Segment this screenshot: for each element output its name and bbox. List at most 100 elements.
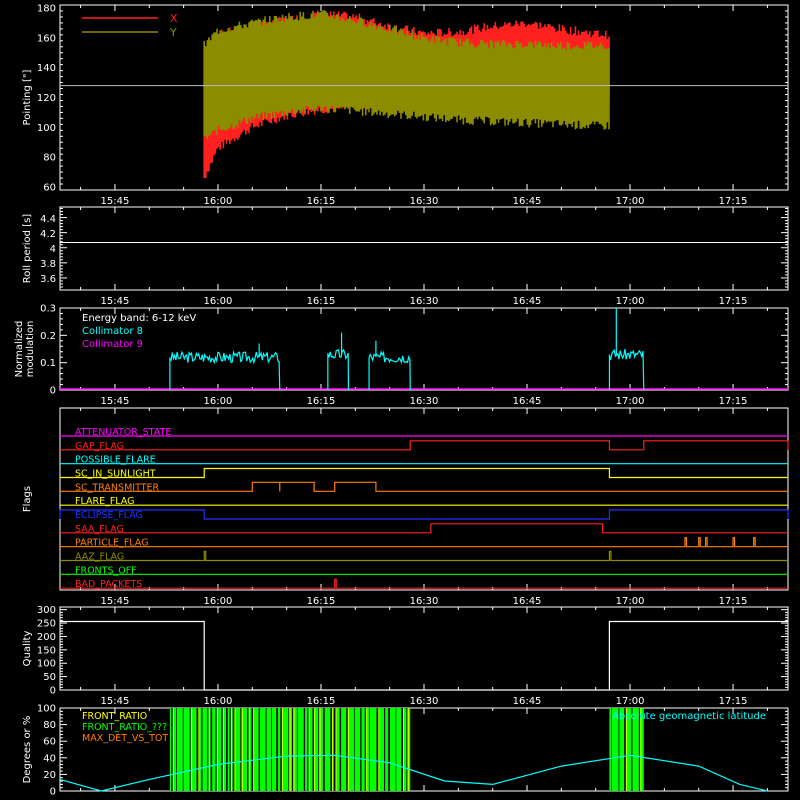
legend-label-ratio: FRONT_RATIO_??? <box>82 722 167 733</box>
y-axis-label-line: modulation <box>25 321 36 378</box>
collimator-8-segment <box>327 332 350 391</box>
collimator-8-segment <box>169 343 281 391</box>
x-tick-label: 16:45 <box>513 296 542 307</box>
y-tick-label: 60 <box>43 737 56 748</box>
y-tick-label: 250 <box>37 619 56 630</box>
y-tick-label: 150 <box>37 645 56 656</box>
flag-trace-particle-flag <box>60 537 788 548</box>
legend-label-y: Y <box>169 26 177 39</box>
panel-flags: 15:45 16:00 16:15 16:30 16:45 17:00 17:15 Flags… <box>22 407 789 607</box>
flag-trace-sc-in-sunlight <box>60 467 788 479</box>
y-tick-label: 4 <box>50 244 56 255</box>
x-tick-label: 16:45 <box>513 396 542 407</box>
y-axis-label: Normalizedmodulation <box>14 321 36 378</box>
flag-trace-eclipse-flag <box>59 509 789 520</box>
flag-label: BAD_PACKETS <box>75 579 142 590</box>
x-tick-label: 16:00 <box>204 696 233 707</box>
y-tick-label: 140 <box>37 63 56 74</box>
y-tick-label: 120 <box>37 93 56 104</box>
energy-band-annotation: Energy band: 6-12 keV <box>82 313 196 324</box>
x-tick-label: 15:45 <box>101 596 130 607</box>
y-tick-label: 200 <box>37 632 56 643</box>
legend-label-latitude: Absolute geomagnetic latitude <box>612 711 766 722</box>
y-tick-label: 80 <box>43 153 56 164</box>
flag-label: PARTICLE_FLAG <box>75 538 148 549</box>
y-tick-label: 100 <box>37 704 56 715</box>
y-axis-label: Roll period [s] <box>22 214 33 283</box>
flag-trace-aaz-flag <box>60 550 788 562</box>
flag-trace-gap-flag <box>60 440 789 451</box>
y-tick-label: 180 <box>37 3 56 14</box>
legend-label-ratio: MAX_DET_VS_TOT <box>82 733 168 744</box>
x-tick-label: 16:15 <box>307 196 336 207</box>
x-tick-label: 16:00 <box>204 596 233 607</box>
x-tick-label: 16:30 <box>410 196 439 207</box>
x-tick-label: 15:45 <box>101 396 130 407</box>
x-tick-label: 16:45 <box>513 696 542 707</box>
x-tick-label: 17:00 <box>616 596 645 607</box>
x-tick-label: 15:45 <box>101 696 130 707</box>
legend-label-collimator: Collimator 9 <box>82 339 143 350</box>
x-tick-label: 16:30 <box>410 396 439 407</box>
y-tick-label: 100 <box>37 123 56 134</box>
flag-label: POSSIBLE_FLARE <box>75 455 156 466</box>
x-tick-label: 16:45 <box>513 596 542 607</box>
flag-label: SC_IN_SUNLIGHT <box>75 469 156 480</box>
x-tick-label: 16:15 <box>307 696 336 707</box>
y-axis-label: Degrees or % <box>22 716 33 784</box>
collimator-8-segment <box>608 308 645 391</box>
y-tick-label: 0.3 <box>40 304 56 315</box>
x-tick-label: 17:15 <box>719 196 748 207</box>
legend-label-x: X <box>170 12 178 25</box>
y-tick-label: 0.1 <box>40 358 56 369</box>
y-tick-label: 4.2 <box>40 229 56 240</box>
y-axis-label: Flags <box>22 486 33 512</box>
flag-label: ATTENUATOR_STATE <box>75 427 171 438</box>
y-tick-label: 300 <box>37 605 56 616</box>
y-tick-label: 4.4 <box>40 214 56 225</box>
y-tick-label: 0 <box>50 386 56 397</box>
collimator-8-segment <box>368 340 411 391</box>
y-axis-label: Quality <box>22 631 33 667</box>
x-tick-label: 16:00 <box>204 396 233 407</box>
flag-label: ECLIPSE_FLAG <box>75 510 143 521</box>
y-tick-label: 40 <box>43 753 56 764</box>
x-tick-label: 16:30 <box>410 596 439 607</box>
y-tick-label: 3.6 <box>40 274 56 285</box>
plot-frame <box>59 606 789 691</box>
panel-roll: 15:45 16:00 16:15 16:30 16:45 17:00 17:15 3.6 3.… <box>22 206 789 307</box>
y-tick-label: 0 <box>50 686 56 697</box>
x-tick-label: 17:00 <box>616 396 645 407</box>
flag-trace-saa-flag <box>60 523 788 534</box>
x-tick-label: 16:15 <box>307 396 336 407</box>
x-tick-label: 16:15 <box>307 596 336 607</box>
panel-pointing: 15:45 16:00 16:15 16:30 16:45 17:00 17:15 60 80 1… <box>22 3 789 207</box>
x-tick-label: 17:00 <box>616 696 645 707</box>
y-axis-label: Pointing ["] <box>22 69 33 125</box>
x-tick-label: 17:15 <box>719 696 748 707</box>
x-tick-label: 17:15 <box>719 396 748 407</box>
y-tick-label: 100 <box>37 659 56 670</box>
flag-label: GAP_FLAG <box>75 441 124 452</box>
panel-ratios: 0 20 40 60 80 100 Degrees or % FRONT_RATIOFRONT… <box>22 704 789 798</box>
y-tick-label: 0 <box>50 787 56 798</box>
flag-label: SAA_FLAG <box>75 524 124 535</box>
x-tick-label: 15:45 <box>101 296 130 307</box>
flag-label: FRONTS_OFF <box>75 565 137 576</box>
legend-label-ratio: FRONT_RATIO <box>82 711 147 722</box>
x-tick-label: 17:15 <box>719 596 748 607</box>
x-tick-label: 17:00 <box>616 196 645 207</box>
panel-modulation: 15:45 16:00 16:15 16:30 16:45 17:00 17:15 0 0.1 0… <box>14 304 789 407</box>
plot-frame <box>59 206 789 291</box>
flag-label: FLARE_FLAG <box>75 496 135 507</box>
flag-trace-sc-transmitter <box>60 481 788 492</box>
x-tick-label: 15:45 <box>101 196 130 207</box>
y-tick-label: 20 <box>43 770 56 781</box>
y-tick-label: 80 <box>43 720 56 731</box>
panel-quality: 15:45 16:00 16:15 16:30 16:45 17:00 17:15 0 50 10… <box>22 605 789 707</box>
y-tick-label: 60 <box>43 183 56 194</box>
legend-label-collimator: Collimator 8 <box>82 326 143 337</box>
x-tick-label: 16:30 <box>410 696 439 707</box>
y-tick-label: 160 <box>37 33 56 44</box>
flag-label: AAZ_FLAG <box>75 552 124 563</box>
